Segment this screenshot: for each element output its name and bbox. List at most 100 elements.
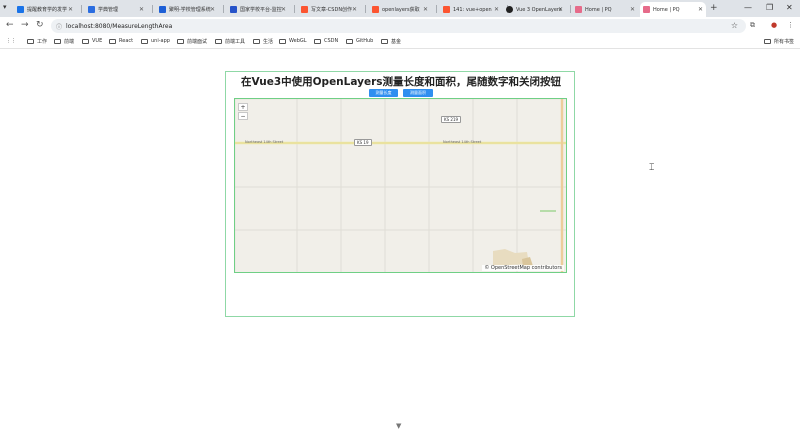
- close-tab-icon[interactable]: ✕: [68, 6, 73, 13]
- tab-title: 国家学校平台-监控: [240, 7, 282, 13]
- bookmark-label: 基金: [391, 39, 402, 45]
- favicon-icon: [301, 6, 308, 13]
- close-tab-icon[interactable]: ✕: [352, 6, 357, 13]
- close-tab-icon[interactable]: ✕: [558, 6, 563, 13]
- bookmark-folder[interactable]: 生活: [253, 38, 273, 45]
- apps-icon[interactable]: ⋮⋮: [6, 38, 16, 44]
- close-tab-icon[interactable]: ✕: [210, 6, 215, 13]
- folder-icon: [27, 39, 34, 44]
- all-bookmarks-folder[interactable]: 所有书签: [764, 38, 794, 45]
- bookmark-folder[interactable]: 基金: [381, 38, 401, 45]
- forward-button[interactable]: →: [21, 20, 29, 30]
- bookmark-folder[interactable]: 工作: [27, 38, 47, 45]
- bookmark-label: CSDN: [324, 38, 339, 44]
- folder-icon: [314, 38, 321, 44]
- github-icon: [506, 6, 513, 13]
- folder-icon: [381, 39, 388, 44]
- tab-title: 提醒教育学的发学: [27, 7, 68, 13]
- browser-tab-active[interactable]: Home | PQ ✕: [640, 2, 706, 17]
- folder-icon: [177, 39, 184, 44]
- bookmark-folder[interactable]: WebGL: [279, 38, 307, 44]
- folder-icon: [82, 38, 89, 44]
- close-tab-icon[interactable]: ✕: [281, 6, 286, 13]
- scroll-down-icon[interactable]: ▼: [396, 422, 401, 430]
- bookmark-label: GitHub: [356, 38, 374, 44]
- map-view[interactable]: + − KS 219 KS 19 Northeast 14th Street N…: [234, 98, 567, 273]
- browser-tab[interactable]: 提醒教育学的发学 ✕: [14, 2, 76, 17]
- bookmark-label: WebGL: [289, 38, 307, 44]
- folder-icon: [253, 39, 260, 44]
- minimize-button[interactable]: —: [744, 3, 752, 12]
- browser-tab[interactable]: openlayers获取 ✕: [369, 2, 431, 17]
- bookmark-folder[interactable]: 前端: [54, 38, 74, 45]
- favicon-icon: [372, 6, 379, 13]
- bookmark-label: VUE: [92, 38, 103, 44]
- page-content: 在Vue3中使用OpenLayers测量长度和面积，尾随数字和关闭按钮 测量长度…: [0, 50, 800, 430]
- route-shield-ks219: KS 219: [441, 116, 462, 123]
- tab-title: 学典管理: [98, 7, 119, 13]
- folder-icon: [54, 39, 61, 44]
- zoom-out-button[interactable]: −: [238, 112, 248, 120]
- bookmark-star-icon[interactable]: ☆: [731, 21, 738, 30]
- bookmark-label: 前端: [64, 39, 75, 45]
- back-button[interactable]: ←: [6, 20, 14, 30]
- bookmark-label: 所有书签: [774, 39, 795, 45]
- favicon-icon: [643, 6, 650, 13]
- browser-tab[interactable]: 141: vue+open ✕: [440, 2, 502, 17]
- site-info-icon[interactable]: ⓘ: [56, 22, 62, 31]
- bookmark-folder[interactable]: CSDN: [314, 38, 338, 44]
- new-tab-button[interactable]: +: [710, 3, 718, 13]
- close-tab-icon[interactable]: ✕: [698, 6, 703, 13]
- folder-icon: [109, 38, 116, 44]
- tab-title: openlayers获取: [382, 7, 420, 13]
- tab-search-icon[interactable]: ▾: [3, 3, 7, 11]
- close-tab-icon[interactable]: ✕: [494, 6, 499, 13]
- bookmark-label: 工作: [37, 39, 48, 45]
- map-attribution[interactable]: © OpenStreetMap contributors: [482, 265, 564, 271]
- map-tiles: [235, 99, 566, 272]
- favicon-icon: [230, 6, 237, 13]
- browser-tab[interactable]: 学典管理 ✕: [85, 2, 147, 17]
- folder-icon: [215, 39, 222, 44]
- close-tab-icon[interactable]: ✕: [423, 6, 428, 13]
- browser-tab[interactable]: 聚明-学校管理系统 ✕: [156, 2, 218, 17]
- close-window-button[interactable]: ✕: [786, 3, 793, 12]
- close-tab-icon[interactable]: ✕: [139, 6, 144, 13]
- url-text: localhost:8080/MeasureLengthArea: [66, 22, 173, 30]
- close-tab-icon[interactable]: ✕: [630, 6, 635, 13]
- address-bar[interactable]: ⓘ localhost:8080/MeasureLengthArea ☆: [51, 19, 746, 33]
- menu-icon[interactable]: ⋮: [787, 21, 794, 29]
- reload-button[interactable]: ↻: [36, 20, 44, 30]
- browser-tab[interactable]: 国家学校平台-监控 ✕: [227, 2, 289, 17]
- browser-tab[interactable]: 写文章-CSDN创作 ✕: [298, 2, 360, 17]
- bookmark-label: React: [119, 38, 134, 44]
- bookmark-folder[interactable]: VUE: [82, 38, 102, 44]
- browser-toolbar: ← → ↻ ⓘ localhost:8080/MeasureLengthArea…: [0, 17, 800, 35]
- bookmark-folder[interactable]: uni-app: [141, 38, 170, 44]
- measure-length-button[interactable]: 测量长度: [369, 89, 398, 97]
- road-label: Northeast 14th Street: [245, 140, 284, 144]
- tab-title: Home | PQ: [585, 6, 612, 13]
- page-title: 在Vue3中使用OpenLayers测量长度和面积，尾随数字和关闭按钮: [240, 76, 562, 88]
- bookmark-folder[interactable]: React: [109, 38, 133, 44]
- road-label: Northeast 14th Street: [443, 140, 482, 144]
- profile-avatar[interactable]: ●: [771, 21, 777, 29]
- tab-title: Home | PQ: [653, 6, 680, 13]
- folder-icon: [279, 38, 286, 44]
- zoom-in-button[interactable]: +: [238, 103, 248, 111]
- map-container: 在Vue3中使用OpenLayers测量长度和面积，尾随数字和关闭按钮 测量长度…: [225, 71, 575, 317]
- mouse-cursor-icon: ⌶: [649, 163, 655, 173]
- maximize-button[interactable]: ❐: [766, 3, 773, 12]
- bookmark-folder[interactable]: 前端面试: [177, 38, 207, 45]
- measure-area-button[interactable]: 测量面积: [403, 89, 433, 97]
- bookmark-folder[interactable]: GitHub: [346, 38, 373, 44]
- browser-tab-strip: 提醒教育学的发学 ✕ 学典管理 ✕ 聚明-学校管理系统 ✕ 国家学校平台-监控 …: [0, 0, 800, 17]
- bookmark-folder[interactable]: 前端工具: [215, 38, 245, 45]
- bookmark-label: uni-app: [151, 38, 170, 44]
- browser-tab[interactable]: Home | PQ ✕: [572, 2, 638, 17]
- favicon-icon: [159, 6, 166, 13]
- bookmark-label: 前端工具: [225, 39, 246, 45]
- browser-tab[interactable]: Vue 3 OpenLayers ✕: [503, 2, 566, 17]
- folder-icon: [346, 38, 353, 44]
- extensions-icon[interactable]: ⧉: [750, 21, 755, 30]
